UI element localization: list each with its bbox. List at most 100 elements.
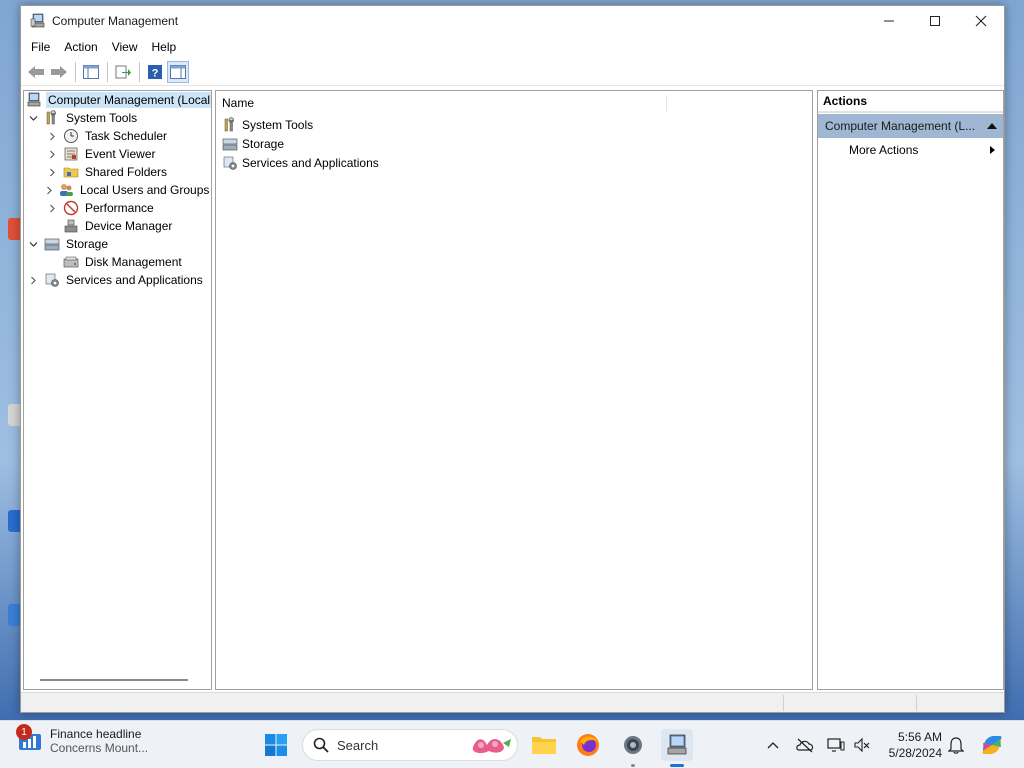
storage-icon (222, 136, 238, 152)
forward-button[interactable] (48, 61, 70, 83)
list-item-services-applications[interactable]: Services and Applications (216, 153, 812, 172)
computer-management-icon (26, 92, 42, 108)
show-hidden-icons-button[interactable] (763, 735, 783, 755)
computer-management-window: Computer Management File Action View Hel… (20, 5, 1005, 713)
tree-item-task-scheduler[interactable]: Task Scheduler (24, 127, 211, 145)
chevron-right-icon[interactable] (45, 145, 59, 163)
submenu-arrow-icon (990, 146, 995, 154)
menu-help[interactable]: Help (145, 36, 184, 58)
taskbar-search[interactable]: Search (302, 729, 518, 761)
console-tree-icon (83, 64, 99, 79)
notifications-button[interactable] (946, 735, 966, 755)
chevron-right-icon[interactable] (26, 271, 40, 289)
column-header-name[interactable]: Name (216, 91, 812, 115)
status-divider (916, 695, 917, 711)
menu-view[interactable]: View (105, 36, 145, 58)
start-button[interactable] (260, 729, 292, 761)
forward-arrow-icon (51, 65, 67, 78)
network-button[interactable] (826, 735, 846, 755)
tree-item-performance[interactable]: Performance (24, 199, 211, 217)
chevron-right-icon[interactable] (45, 163, 59, 181)
back-button[interactable] (25, 61, 47, 83)
list-item-system-tools[interactable]: System Tools (216, 115, 812, 134)
onedrive-button[interactable] (795, 735, 815, 755)
tree-label: Local Users and Groups (80, 183, 210, 197)
copilot-button[interactable] (980, 733, 1004, 757)
chevron-right-icon[interactable] (45, 199, 59, 217)
gear-icon (624, 736, 642, 754)
list-item-label: System Tools (242, 117, 314, 132)
menu-action[interactable]: Action (57, 36, 104, 58)
actions-header: Actions (818, 91, 1003, 113)
console-tree-pane[interactable]: Computer Management (Local System Tools … (23, 90, 212, 690)
taskbar: 1 Finance headline Concerns Mount... Sea… (0, 720, 1024, 768)
export-list-button[interactable] (112, 61, 134, 83)
chevron-up-icon (767, 742, 779, 749)
close-button[interactable] (958, 6, 1004, 36)
firefox-button[interactable] (572, 729, 604, 761)
settings-button[interactable] (617, 729, 649, 767)
actions-section-computer-management[interactable]: Computer Management (L... (818, 114, 1003, 138)
help-button[interactable]: ? (144, 61, 166, 83)
system-tools-icon (222, 116, 238, 133)
finance-widget-icon: 1 (16, 724, 42, 752)
tree-item-storage[interactable]: Storage (24, 235, 211, 253)
status-bar (21, 692, 1004, 712)
network-icon (827, 738, 845, 752)
actions-pane: Actions Computer Management (L... More A… (817, 90, 1004, 690)
file-explorer-button[interactable] (528, 729, 560, 761)
tree-item-shared-folders[interactable]: Shared Folders (24, 163, 211, 181)
cloud-offline-icon (796, 738, 814, 753)
folder-icon (532, 737, 556, 754)
menu-file[interactable]: File (24, 36, 57, 58)
minimize-button[interactable] (866, 6, 912, 36)
toolbar-separator (107, 61, 108, 82)
chevron-down-icon[interactable] (26, 235, 40, 253)
list-item-label: Services and Applications (242, 155, 379, 170)
tree-item-device-manager[interactable]: Device Manager (24, 217, 211, 235)
clock[interactable]: 5:56 AM 5/28/2024 (880, 729, 942, 761)
window-title: Computer Management (52, 14, 179, 28)
tree-label: Performance (85, 201, 154, 215)
tree-label: Task Scheduler (85, 129, 168, 143)
firefox-icon (577, 734, 599, 756)
svg-text:?: ? (152, 67, 159, 79)
help-icon: ? (148, 64, 162, 79)
tree-item-computer-management[interactable]: Computer Management (Local (24, 91, 211, 109)
back-arrow-icon (28, 65, 44, 78)
list-item-label: Storage (242, 136, 285, 151)
chevron-down-icon[interactable] (26, 109, 40, 127)
tree-item-system-tools[interactable]: System Tools (24, 109, 211, 127)
chevron-right-icon[interactable] (45, 181, 54, 199)
computer-management-taskbar-button[interactable] (661, 729, 693, 767)
more-actions-item[interactable]: More Actions (818, 138, 1003, 162)
column-divider[interactable] (666, 95, 667, 111)
clock-time: 5:56 AM (897, 730, 942, 744)
storage-icon (44, 236, 60, 252)
tree-item-services-applications[interactable]: Services and Applications (24, 271, 211, 289)
details-pane: Name System Tools Storage Services and A… (215, 90, 813, 690)
show-hide-console-tree-button[interactable] (80, 61, 102, 83)
title-bar[interactable]: Computer Management (21, 6, 1004, 36)
column-header-label: Name (222, 95, 255, 110)
tree-label: System Tools (66, 111, 138, 125)
list-item-storage[interactable]: Storage (216, 134, 812, 153)
show-hide-action-pane-button[interactable] (167, 60, 189, 83)
tree-item-disk-management[interactable]: Disk Management (24, 253, 211, 271)
collapse-up-icon[interactable] (987, 123, 997, 129)
search-icon (313, 737, 329, 753)
export-list-icon (115, 65, 131, 78)
maximize-button[interactable] (912, 6, 958, 36)
widget-title: Finance headline (50, 727, 142, 741)
horizontal-scrollbar[interactable] (40, 679, 188, 681)
speaker-muted-icon (854, 737, 870, 753)
chevron-right-icon[interactable] (45, 127, 59, 145)
copilot-icon (982, 736, 1002, 754)
desktop-background (0, 0, 22, 720)
tree-item-event-viewer[interactable]: Event Viewer (24, 145, 211, 163)
tree-label: Device Manager (85, 219, 173, 233)
tree-item-local-users-groups[interactable]: Local Users and Groups (24, 181, 211, 199)
volume-button[interactable] (852, 735, 872, 755)
tree-label: Services and Applications (66, 273, 203, 287)
news-widget[interactable]: 1 Finance headline Concerns Mount... (16, 724, 148, 755)
